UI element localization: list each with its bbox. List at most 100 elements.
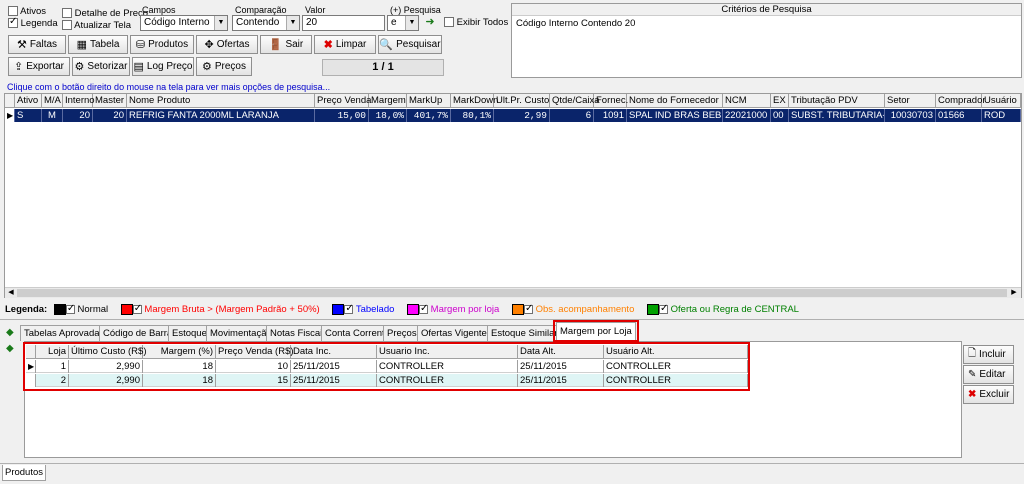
scroll-right-icon[interactable]: ▶	[1009, 288, 1019, 298]
col-ativo[interactable]: Ativo	[15, 94, 42, 108]
faltas-button[interactable]: ⚒ Faltas	[8, 35, 66, 54]
cell: REFRIG FANTA 2000ML LARANJA	[127, 109, 315, 122]
new-doc-icon: 🗋	[968, 348, 977, 359]
produtos-button[interactable]: ⛁ Produtos	[130, 35, 194, 54]
sair-button[interactable]: 🚪 Sair	[260, 35, 312, 54]
hint-text: Clique com o botão direito do mouse na t…	[7, 82, 331, 92]
precos-button[interactable]: ⚙ Preços	[196, 57, 252, 76]
export-icon: ⇪	[13, 61, 24, 73]
col-interno[interactable]: Interno	[63, 94, 95, 108]
campos-label: Campos	[142, 5, 176, 15]
cell: 6	[550, 109, 594, 122]
legend-item-margem-bruta: Margem Bruta > (Margem Padrão + 50%)	[120, 303, 320, 315]
col-comprador[interactable]: Comprador	[936, 94, 986, 108]
tab-tabelas-aprovadas[interactable]: Tabelas Aprovadas	[20, 325, 109, 341]
exit-icon: 🚪	[268, 39, 283, 51]
tabela-button[interactable]: ▦ Tabela	[68, 35, 128, 54]
cell: SPAL IND BRAS BEBIDA	[629, 109, 723, 122]
product-grid[interactable]	[4, 93, 1022, 298]
legend: Legenda: Normal Margem Bruta > (Margem P…	[5, 303, 799, 316]
limpar-button[interactable]: ✖ Limpar	[314, 35, 376, 54]
ativos-label: Ativos	[20, 6, 46, 17]
tab-produtos[interactable]: Produtos	[2, 465, 46, 481]
setorizar-button[interactable]: ⚙ Setorizar	[72, 57, 130, 76]
atualizar-tela-checkbox[interactable]: Atualizar Tela	[62, 20, 131, 31]
cell: 00	[771, 109, 789, 122]
chevron-down-icon: ▼	[286, 16, 299, 30]
bottom-divider	[0, 463, 1024, 464]
arrow-right-icon[interactable]: ➜	[423, 15, 437, 31]
sector-icon: ⚙	[74, 61, 85, 73]
comparacao-label: Comparação	[235, 5, 287, 15]
col-ma[interactable]: M/A	[42, 94, 63, 108]
col-qtde-caixa[interactable]: Qtde/Caixa	[550, 94, 600, 108]
clear-x-icon: ✖	[323, 39, 333, 51]
col-nome-fornecedor[interactable]: Nome do Fornecedor	[627, 94, 723, 108]
col-markup[interactable]: MarkUp	[407, 94, 451, 108]
valor-input[interactable]: 20	[302, 15, 385, 31]
cell: 01566	[936, 109, 982, 122]
detalhe-preco-label: Detalhe de Preço	[74, 8, 149, 19]
legend-item-tabelado: Tabelado	[332, 303, 394, 315]
campos-select[interactable]: Código Interno ▼	[140, 15, 228, 31]
col-setor[interactable]: Setor	[885, 94, 936, 108]
cell: 401,7%	[407, 109, 451, 122]
scroll-thumb[interactable]	[17, 289, 1007, 297]
legend-item-oferta: Oferta ou Regra de CENTRAL	[647, 303, 799, 315]
ofertas-button[interactable]: ✥ Ofertas	[196, 35, 258, 54]
cell: S	[15, 109, 42, 122]
chevron-down-icon: ▼	[214, 16, 227, 30]
col-nome-produto[interactable]: Nome Produto	[127, 94, 315, 108]
pesquisa-select[interactable]: e ▼	[387, 15, 419, 31]
expand-icon[interactable]: ◆	[6, 343, 14, 354]
col-preco-venda[interactable]: Preço Venda	[315, 94, 371, 108]
log-preco-button[interactable]: ▤ Log Preço	[132, 57, 194, 76]
col-master[interactable]: Master	[93, 94, 127, 108]
col-ult-pr-custo[interactable]: Ult.Pr. Custo	[494, 94, 550, 108]
tab-estoque[interactable]: Estoque	[168, 325, 211, 341]
legend-title: Legenda:	[5, 304, 48, 316]
cell: 80,1%	[451, 109, 494, 122]
horizontal-scrollbar[interactable]: ◀ ▶	[5, 287, 1021, 298]
table-icon: ▦	[76, 39, 87, 51]
col-fornec[interactable]: Fornec.	[594, 94, 628, 108]
col-tributacao-pdv[interactable]: Tributação PDV	[789, 94, 885, 108]
legend-item-margem-loja: Margem por loja	[407, 303, 499, 315]
ativos-checkbox[interactable]: Ativos	[8, 6, 46, 17]
cell: 2,99	[494, 109, 550, 122]
legenda-checkbox[interactable]: Legenda	[8, 16, 58, 29]
pesquisar-button[interactable]: 🔍 Pesquisar	[378, 35, 442, 54]
pesquisa-label: (+) Pesquisa	[390, 5, 441, 15]
cell: ROD	[982, 109, 1021, 122]
editar-button[interactable]: ✎ Editar	[963, 365, 1014, 384]
cell: 22021000	[723, 109, 771, 122]
exibir-todos-checkbox[interactable]: Exibir Todos	[444, 17, 508, 28]
tab-precos[interactable]: Preços	[383, 325, 421, 341]
col-margem[interactable]: Margem	[369, 94, 407, 108]
grid-header: Ativo M/A Interno Master Nome Produto Pr…	[5, 94, 1021, 108]
detalhe-preco-checkbox[interactable]: Detalhe de Preço	[62, 8, 148, 19]
tab-ofertas-vigentes[interactable]: Ofertas Vigentes	[417, 325, 496, 341]
criteria-title: Critérios de Pesquisa	[512, 4, 1021, 16]
col-ncm[interactable]: NCM	[723, 94, 771, 108]
exportar-button[interactable]: ⇪ Exportar	[8, 57, 70, 76]
comparacao-select[interactable]: Contendo ▼	[232, 15, 300, 31]
valor-label: Valor	[305, 5, 326, 15]
cell: SUBST. TRIBUTARIA-->	[791, 109, 885, 122]
legenda-label: Legenda	[20, 18, 58, 29]
col-usuario-inc[interactable]: Usuário Inc	[982, 94, 1021, 108]
row-indicator-icon: ▶	[5, 109, 15, 122]
atualizar-tela-label: Atualizar Tela	[74, 20, 131, 31]
excluir-button[interactable]: ✖ Excluir	[963, 385, 1014, 404]
tab-highlight-box	[553, 320, 639, 342]
incluir-button[interactable]: 🗋 Incluir	[963, 345, 1014, 364]
collapse-icon[interactable]: ◆	[6, 327, 14, 338]
table-row[interactable]: ▶ S M 20 20 REFRIG FANTA 2000ML LARANJA …	[5, 109, 1021, 122]
scroll-left-icon[interactable]: ◀	[6, 288, 16, 298]
cell: 18,0%	[369, 109, 407, 122]
criteria-text: Código Interno Contendo 20	[516, 18, 636, 29]
col-markdown[interactable]: MarkDown	[451, 94, 498, 108]
col-ex[interactable]: EX	[771, 94, 789, 108]
exibir-todos-label: Exibir Todos	[456, 17, 509, 28]
sub-grid-highlight-box	[23, 342, 750, 391]
